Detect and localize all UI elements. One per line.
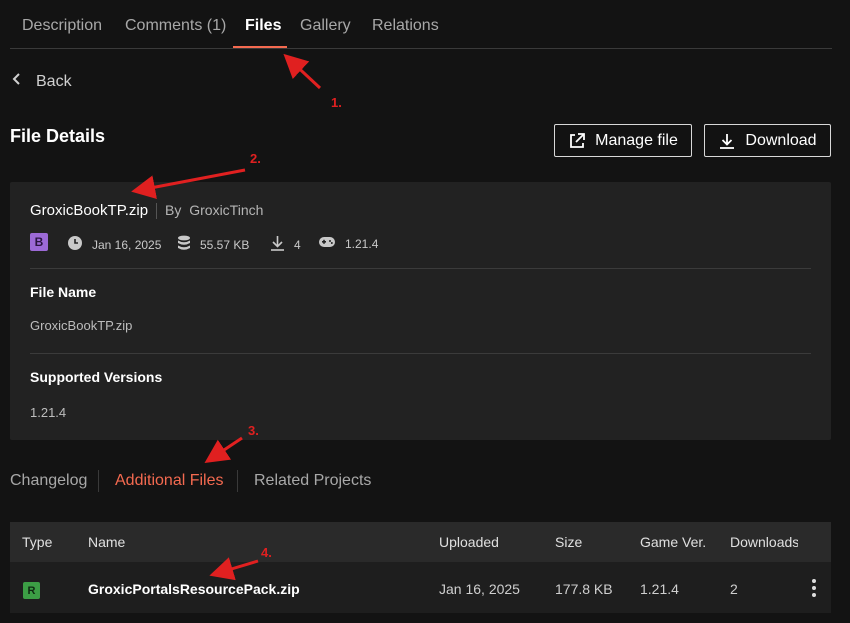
download-count: 4 [270, 235, 301, 254]
game-version-text: 1.21.4 [345, 236, 379, 251]
tab-related-projects[interactable]: Related Projects [254, 472, 371, 490]
database-icon [177, 235, 191, 254]
annotation-label: 4. [261, 545, 272, 560]
file-size: 55.57 KB [177, 235, 249, 254]
downloads-cell: 2 [730, 581, 738, 597]
gamepad-icon [318, 235, 336, 252]
game-ver-cell: 1.21.4 [640, 581, 679, 597]
tab-description[interactable]: Description [22, 17, 102, 35]
column-header-type[interactable]: Type [22, 534, 52, 550]
external-link-icon [568, 132, 586, 150]
chevron-left-icon [12, 72, 22, 91]
tab-gallery[interactable]: Gallery [300, 17, 351, 35]
upload-date: Jan 16, 2025 [67, 235, 161, 254]
back-label: Back [36, 72, 72, 90]
author-line: By GroxicTinch [165, 202, 263, 218]
tab-relations[interactable]: Relations [372, 17, 439, 35]
annotation-label: 3. [248, 423, 259, 438]
divider [30, 353, 811, 354]
tab-additional-files[interactable]: Additional Files [115, 472, 224, 490]
file-name-link[interactable]: GroxicPortalsResourcePack.zip [88, 581, 300, 597]
tab-comments[interactable]: Comments (1) [125, 17, 226, 35]
annotation-label: 2. [250, 151, 261, 166]
manage-file-button[interactable]: Manage file [554, 124, 692, 157]
file-name-label: File Name [30, 284, 97, 300]
column-header-downloads[interactable]: Downloads [730, 534, 798, 550]
column-header-name[interactable]: Name [88, 534, 125, 550]
uploaded-cell: Jan 16, 2025 [439, 581, 520, 597]
supported-versions-label: Supported Versions [30, 369, 163, 385]
top-tab-bar: Description Comments (1) Files Gallery R… [10, 0, 832, 49]
active-tab-indicator [233, 46, 287, 48]
file-title: GroxicBookTP.zip [30, 202, 149, 219]
column-header-game-ver[interactable]: Game Ver. [640, 534, 706, 550]
game-version: 1.21.4 [318, 235, 378, 252]
file-name-value: GroxicBookTP.zip [30, 318, 133, 333]
tab-changelog[interactable]: Changelog [10, 472, 87, 490]
author-name[interactable]: GroxicTinch [189, 202, 263, 218]
file-details-card: GroxicBookTP.zip By GroxicTinch B Jan 16… [10, 182, 831, 440]
download-button[interactable]: Download [704, 124, 831, 157]
page-title: File Details [10, 126, 106, 146]
author-prefix: By [165, 202, 182, 218]
tab-divider [98, 470, 99, 492]
tab-files[interactable]: Files [245, 17, 281, 35]
download-arrow-icon [270, 235, 285, 254]
kebab-menu-icon[interactable] [810, 578, 818, 603]
column-header-size[interactable]: Size [555, 534, 582, 550]
clock-icon [67, 235, 83, 254]
download-count-text: 4 [294, 237, 301, 252]
manage-file-label: Manage file [595, 131, 678, 149]
title-divider [156, 203, 157, 219]
download-label: Download [745, 131, 817, 149]
files-table-header: Type Name Uploaded Size Game Ver. Downlo… [10, 522, 831, 562]
back-link[interactable]: Back [12, 72, 72, 91]
divider [30, 268, 811, 269]
annotation-label: 1. [331, 95, 342, 110]
column-header-uploaded[interactable]: Uploaded [439, 534, 499, 550]
annotation-arrow [204, 436, 243, 463]
tab-divider [237, 470, 238, 492]
size-cell: 177.8 KB [555, 581, 613, 597]
download-icon [718, 132, 736, 150]
annotation-arrow [283, 53, 322, 90]
release-type-badge: R [23, 582, 40, 599]
supported-versions-value: 1.21.4 [30, 405, 67, 420]
table-row[interactable]: R GroxicPortalsResourcePack.zip Jan 16, … [10, 562, 831, 613]
release-type-badge: B [30, 233, 48, 251]
upload-date-text: Jan 16, 2025 [92, 237, 162, 252]
file-size-text: 55.57 KB [200, 237, 250, 252]
